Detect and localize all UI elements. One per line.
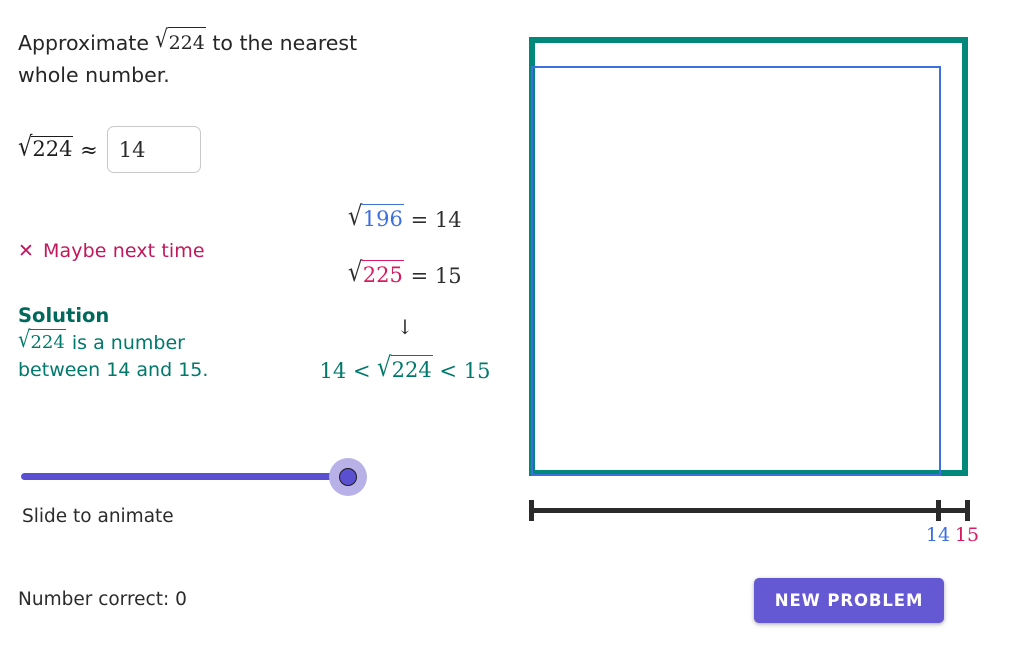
upper-bound: 15 (463, 359, 491, 383)
value-15: 15 (434, 264, 462, 288)
slider-thumb[interactable] (339, 468, 357, 486)
value-14: 14 (434, 208, 462, 232)
radical-225: √225 (348, 257, 404, 290)
score-counter: Number correct: 0 (18, 589, 187, 610)
animation-slider[interactable] (18, 458, 374, 500)
slider-track[interactable] (21, 473, 351, 480)
solution-radical: √224 (18, 326, 66, 357)
answer-input[interactable] (106, 126, 201, 173)
radicand: 224 (167, 27, 206, 59)
answer-expression: √224 ≈ (18, 131, 98, 162)
math-inequality: 14 < √224 < 15 (300, 352, 510, 385)
new-problem-button[interactable]: NEW PROBLEM (754, 578, 944, 623)
math-line-196: √196 = 14 (300, 201, 510, 234)
feedback-message: ✕ Maybe next time (18, 240, 205, 262)
question-prefix: Approximate (18, 31, 149, 55)
number-line-tick-origin (529, 500, 534, 521)
number-line-label-15: 15 (954, 524, 980, 546)
slider-label: Slide to animate (22, 506, 174, 527)
solution-title: Solution (18, 304, 110, 327)
approximately-equal-symbol: ≈ (80, 138, 98, 162)
down-arrow-icon: ↓ (396, 315, 414, 339)
radicand-196: 196 (361, 204, 404, 233)
less-than-sign: < (352, 359, 371, 383)
solution-text: √224 is a number between 14 and 15. (18, 326, 268, 383)
number-line-axis (529, 508, 969, 513)
less-than-sign: < (439, 359, 458, 383)
cross-icon: ✕ (18, 239, 35, 262)
equals-sign: = (410, 208, 429, 232)
question-prompt: Approximate √224 to the nearest whole nu… (18, 25, 408, 91)
equals-sign: = (410, 264, 429, 288)
math-derivation: √196 = 14 √225 = 15 ↓ 14 < √224 < 15 (300, 201, 510, 385)
question-radical: √224 (155, 25, 206, 60)
number-line-tick-15 (965, 500, 970, 521)
radicand-224: 224 (390, 355, 433, 384)
lower-bound: 14 (319, 359, 347, 383)
square-196-outline (531, 66, 941, 476)
number-line-tick-14 (936, 500, 941, 521)
solution-block: Solution √224 is a number between 14 and… (18, 303, 268, 383)
radicand: 224 (29, 329, 66, 356)
radical-196: √196 (348, 201, 404, 234)
feedback-text: Maybe next time (43, 240, 205, 262)
number-line: 14 15 (529, 500, 979, 546)
radical-224: √224 (377, 352, 433, 385)
answer-radical: √224 (18, 131, 74, 162)
math-line-225: √225 = 15 (300, 257, 510, 290)
answer-row: √224 ≈ (18, 126, 201, 173)
radicand-225: 225 (361, 260, 404, 289)
radicand: 224 (31, 136, 74, 162)
